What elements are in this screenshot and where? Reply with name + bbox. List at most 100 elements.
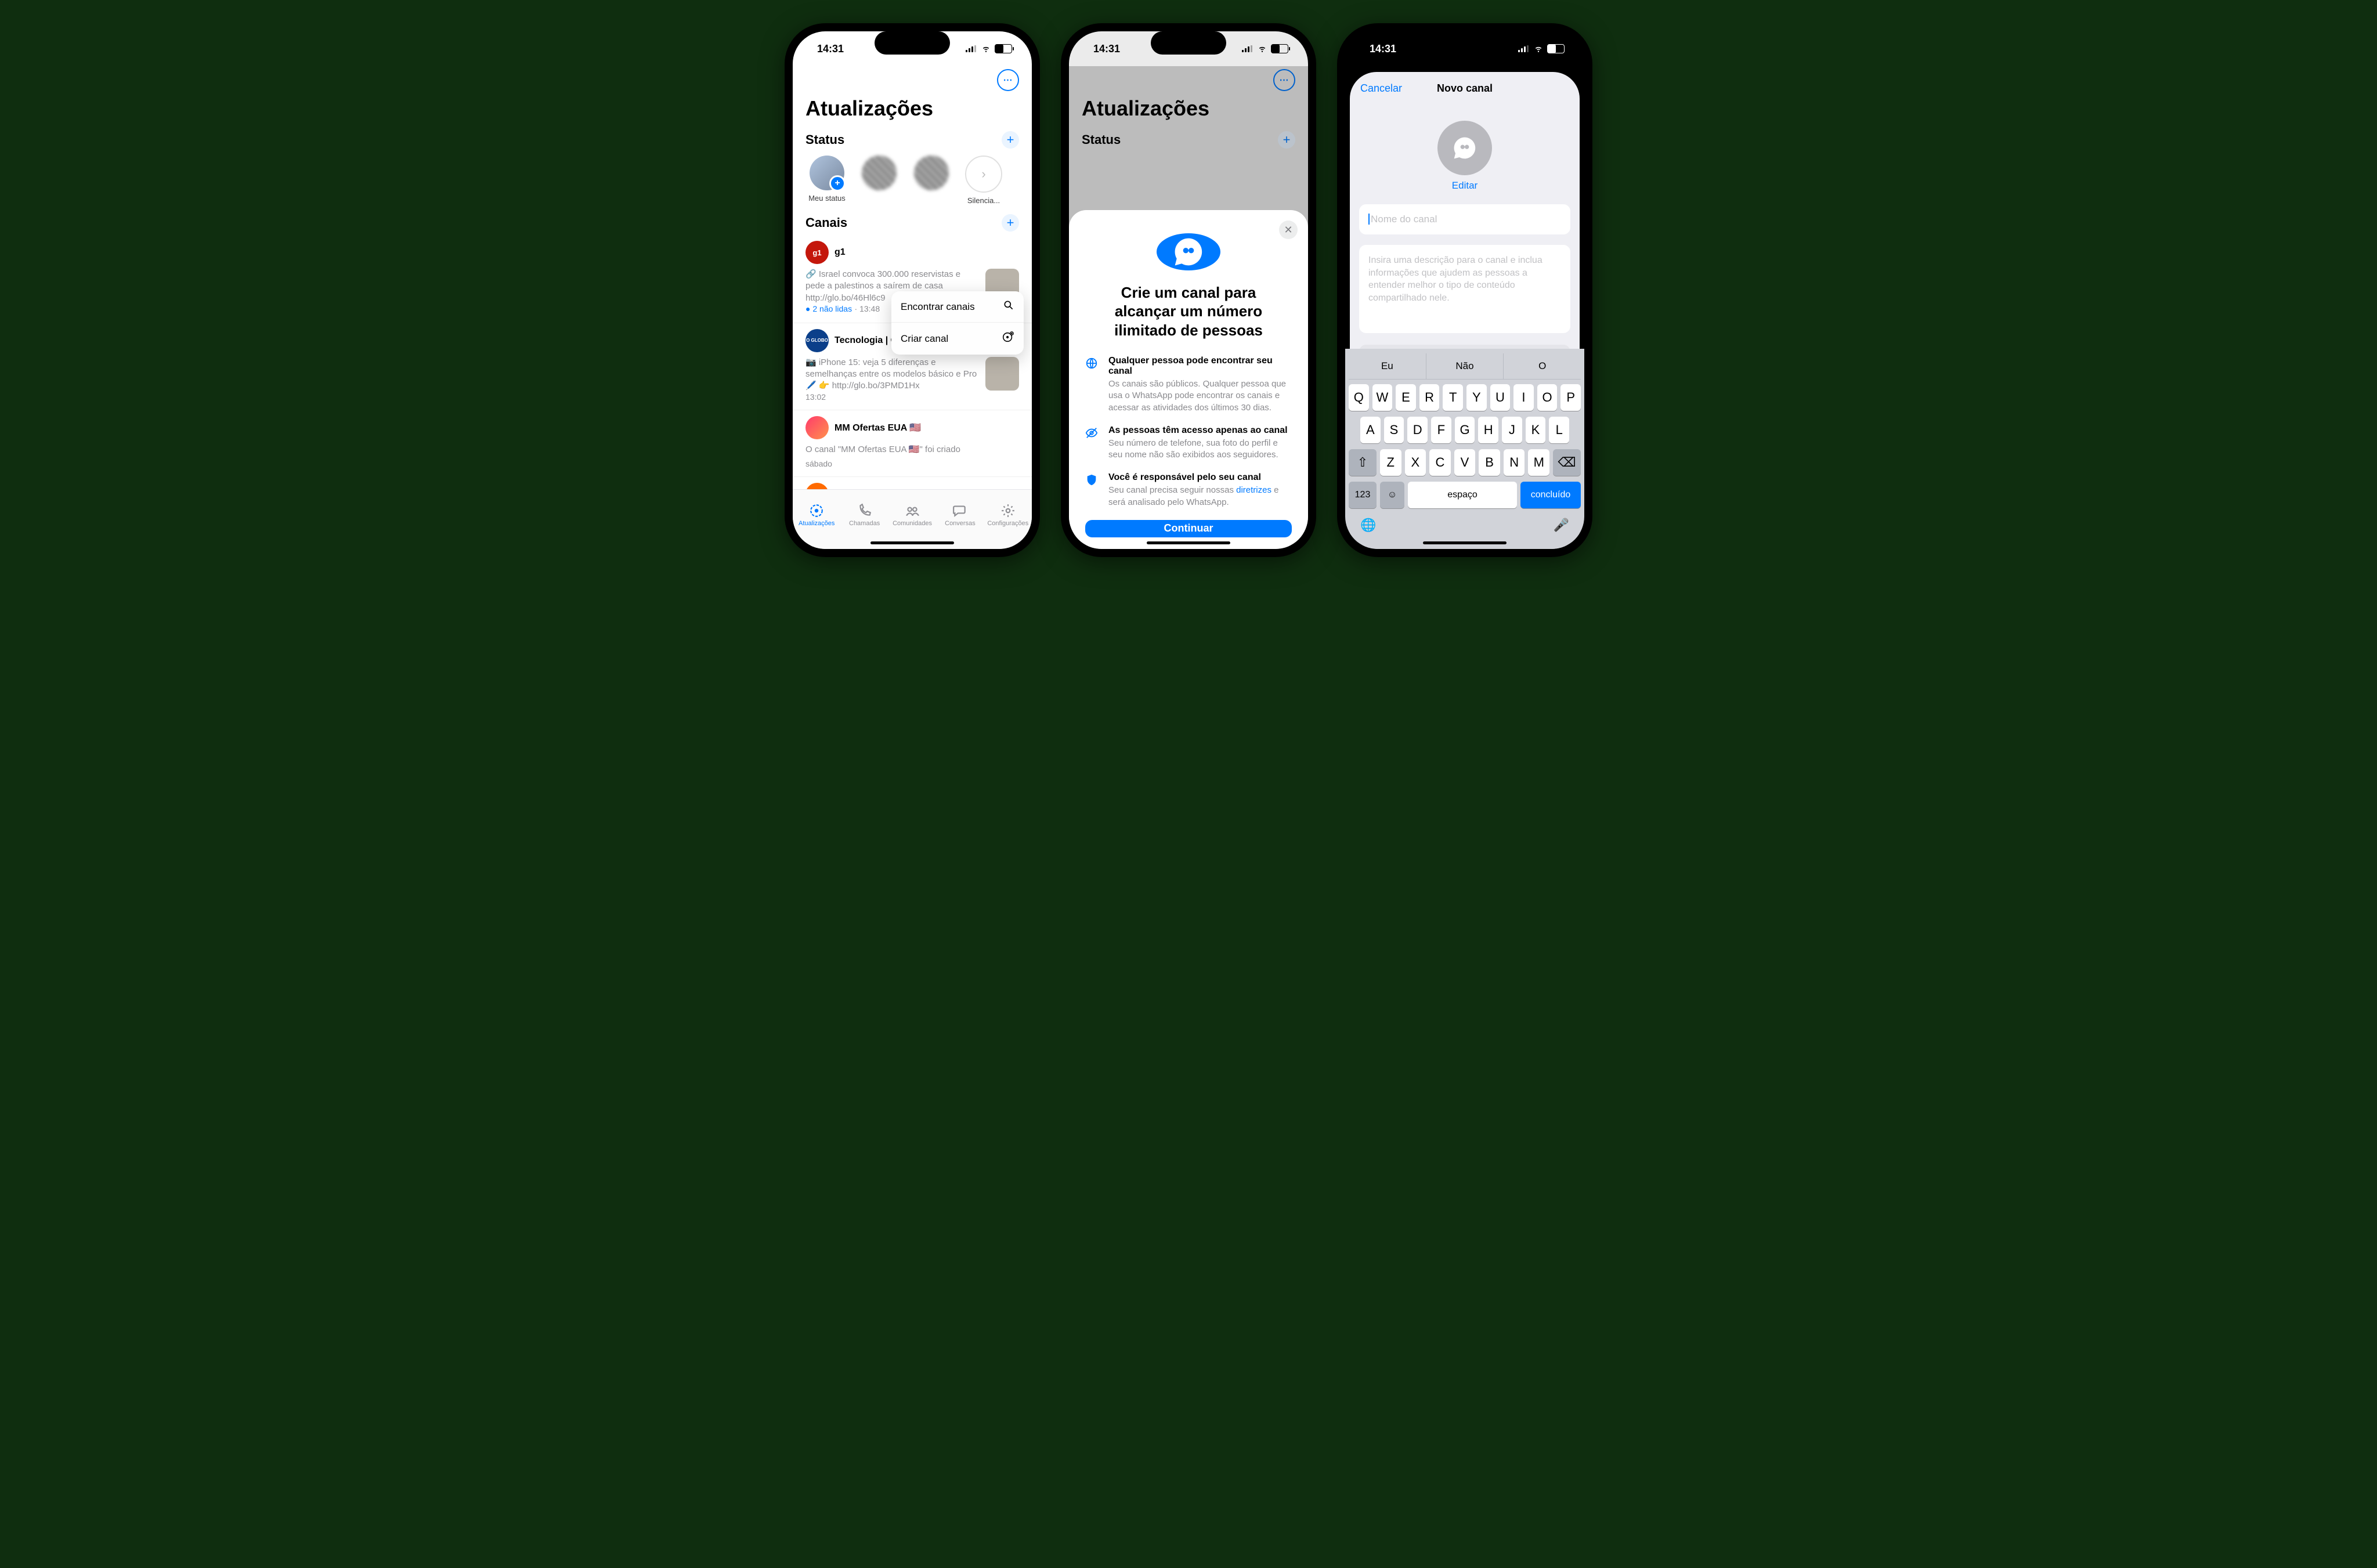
search-icon <box>1003 299 1014 314</box>
key-y[interactable]: Y <box>1466 384 1487 411</box>
globe-key[interactable]: 🌐 <box>1360 518 1376 533</box>
status-row: + Meu status › Silencia... <box>793 152 1032 211</box>
key-v[interactable]: V <box>1454 449 1476 476</box>
clock: 14:31 <box>1370 43 1396 55</box>
cellular-icon <box>1518 45 1530 52</box>
key-h[interactable]: H <box>1478 417 1498 443</box>
prediction[interactable]: Eu <box>1349 353 1426 379</box>
key-e[interactable]: E <box>1396 384 1416 411</box>
key-a[interactable]: A <box>1360 417 1381 443</box>
dynamic-island <box>1151 31 1226 55</box>
unread-badge: 2 não lidas <box>805 304 852 313</box>
continue-button[interactable]: Continuar <box>1085 520 1292 537</box>
key-z[interactable]: Z <box>1380 449 1401 476</box>
channel-name-input[interactable]: Nome do canal <box>1359 204 1570 234</box>
ios-keyboard: Eu Não O Q W E R T Y U I O P A <box>1345 349 1584 549</box>
tab-settings[interactable]: Configurações <box>984 490 1032 540</box>
key-m[interactable]: M <box>1528 449 1549 476</box>
key-p[interactable]: P <box>1560 384 1581 411</box>
more-menu-button[interactable]: ⋯ <box>997 69 1019 91</box>
status-label: Silencia... <box>967 196 1000 205</box>
shift-key[interactable]: ⇧ <box>1349 449 1377 476</box>
status-contact[interactable] <box>858 156 901 194</box>
key-w[interactable]: W <box>1372 384 1393 411</box>
channels-popover: Encontrar canais Criar canal <box>891 291 1024 355</box>
key-u[interactable]: U <box>1490 384 1511 411</box>
channels-section-title: Canais <box>805 215 847 230</box>
channel-description-input[interactable]: Insira uma descrição para o canal e incl… <box>1359 245 1570 333</box>
find-channels-item[interactable]: Encontrar canais <box>891 291 1024 323</box>
numbers-key[interactable]: 123 <box>1349 482 1377 508</box>
phone-updates: 14:31 ⋯ Atualizações Status + + Meu stat… <box>785 23 1040 557</box>
key-k[interactable]: K <box>1526 417 1546 443</box>
emoji-key[interactable]: ☺ <box>1380 482 1404 508</box>
home-indicator[interactable] <box>1147 541 1230 544</box>
modal-title: Novo canal <box>1437 82 1493 95</box>
key-d[interactable]: D <box>1407 417 1428 443</box>
create-channel-sheet: ✕ Crie um canal para alcançar um número … <box>1069 210 1308 549</box>
key-j[interactable]: J <box>1502 417 1522 443</box>
key-q[interactable]: Q <box>1349 384 1369 411</box>
globe-icon <box>1085 356 1100 414</box>
key-i[interactable]: I <box>1513 384 1534 411</box>
key-l[interactable]: L <box>1549 417 1569 443</box>
battery-icon <box>1547 44 1565 53</box>
key-r[interactable]: R <box>1419 384 1440 411</box>
channel-time: 13:02 <box>805 392 1019 402</box>
info-responsibility: Você é responsável pelo seu canal Seu ca… <box>1085 472 1292 508</box>
channel-item[interactable]: MM Ofertas <box>793 477 1032 489</box>
channel-preview: 📷 iPhone 15: veja 5 diferenças e semelha… <box>805 357 978 392</box>
key-o[interactable]: O <box>1537 384 1558 411</box>
channel-avatar <box>805 416 829 439</box>
key-row-1: Q W E R T Y U I O P <box>1349 384 1581 411</box>
chevron-right-icon: › <box>965 156 1002 193</box>
key-s[interactable]: S <box>1384 417 1404 443</box>
channel-avatar: O GLOBO <box>805 329 829 352</box>
tab-communities[interactable]: Comunidades <box>888 490 936 540</box>
channel-avatar-placeholder[interactable] <box>1437 121 1492 175</box>
key-f[interactable]: F <box>1431 417 1451 443</box>
close-button[interactable]: ✕ <box>1279 221 1298 239</box>
create-channel-item[interactable]: Criar canal <box>891 323 1024 355</box>
status-contact[interactable] <box>910 156 953 194</box>
tab-chats[interactable]: Conversas <box>936 490 984 540</box>
space-key[interactable]: espaço <box>1408 482 1517 508</box>
tab-updates[interactable]: Atualizações <box>793 490 840 540</box>
channel-name: MM Ofertas EUA 🇺🇸 <box>835 422 921 433</box>
add-channel-button[interactable]: + <box>1002 214 1019 232</box>
eye-off-icon <box>1085 425 1100 461</box>
key-b[interactable]: B <box>1479 449 1500 476</box>
key-row-2: A S D F G H J K L <box>1349 417 1581 443</box>
dynamic-island <box>875 31 950 55</box>
key-n[interactable]: N <box>1504 449 1525 476</box>
key-t[interactable]: T <box>1443 384 1463 411</box>
key-c[interactable]: C <box>1429 449 1451 476</box>
channel-item[interactable]: MM Ofertas EUA 🇺🇸 O canal "MM Ofertas EU… <box>793 410 1032 477</box>
add-status-button[interactable]: + <box>1002 131 1019 149</box>
cellular-icon <box>966 45 977 52</box>
battery-icon <box>995 44 1012 53</box>
phone-icon <box>857 503 872 518</box>
mic-key[interactable]: 🎤 <box>1554 518 1569 533</box>
home-indicator[interactable] <box>1423 541 1507 544</box>
muted-status[interactable]: › Silencia... <box>962 156 1005 205</box>
my-status[interactable]: + Meu status <box>805 156 848 203</box>
guidelines-link[interactable]: diretrizes <box>1236 485 1271 495</box>
modal-nav: Cancelar Novo canal <box>1350 72 1580 104</box>
prediction[interactable]: O <box>1504 353 1581 379</box>
key-x[interactable]: X <box>1405 449 1426 476</box>
cellular-icon <box>1242 45 1253 52</box>
phone-create-sheet: 14:31 ⋯ Atualizações Status + ✕ Crie um … <box>1061 23 1316 557</box>
gear-icon <box>1000 503 1016 518</box>
key-g[interactable]: G <box>1455 417 1475 443</box>
sheet-title: Crie um canal para alcançar um número il… <box>1085 283 1292 340</box>
new-channel-icon <box>1002 331 1014 346</box>
done-key[interactable]: concluído <box>1520 482 1581 508</box>
prediction[interactable]: Não <box>1426 353 1504 379</box>
cancel-button[interactable]: Cancelar <box>1360 82 1402 95</box>
edit-photo-button[interactable]: Editar <box>1350 180 1580 192</box>
backspace-key[interactable]: ⌫ <box>1553 449 1581 476</box>
page-title: Atualizações <box>793 94 1032 128</box>
home-indicator[interactable] <box>870 541 954 544</box>
tab-calls[interactable]: Chamadas <box>840 490 888 540</box>
